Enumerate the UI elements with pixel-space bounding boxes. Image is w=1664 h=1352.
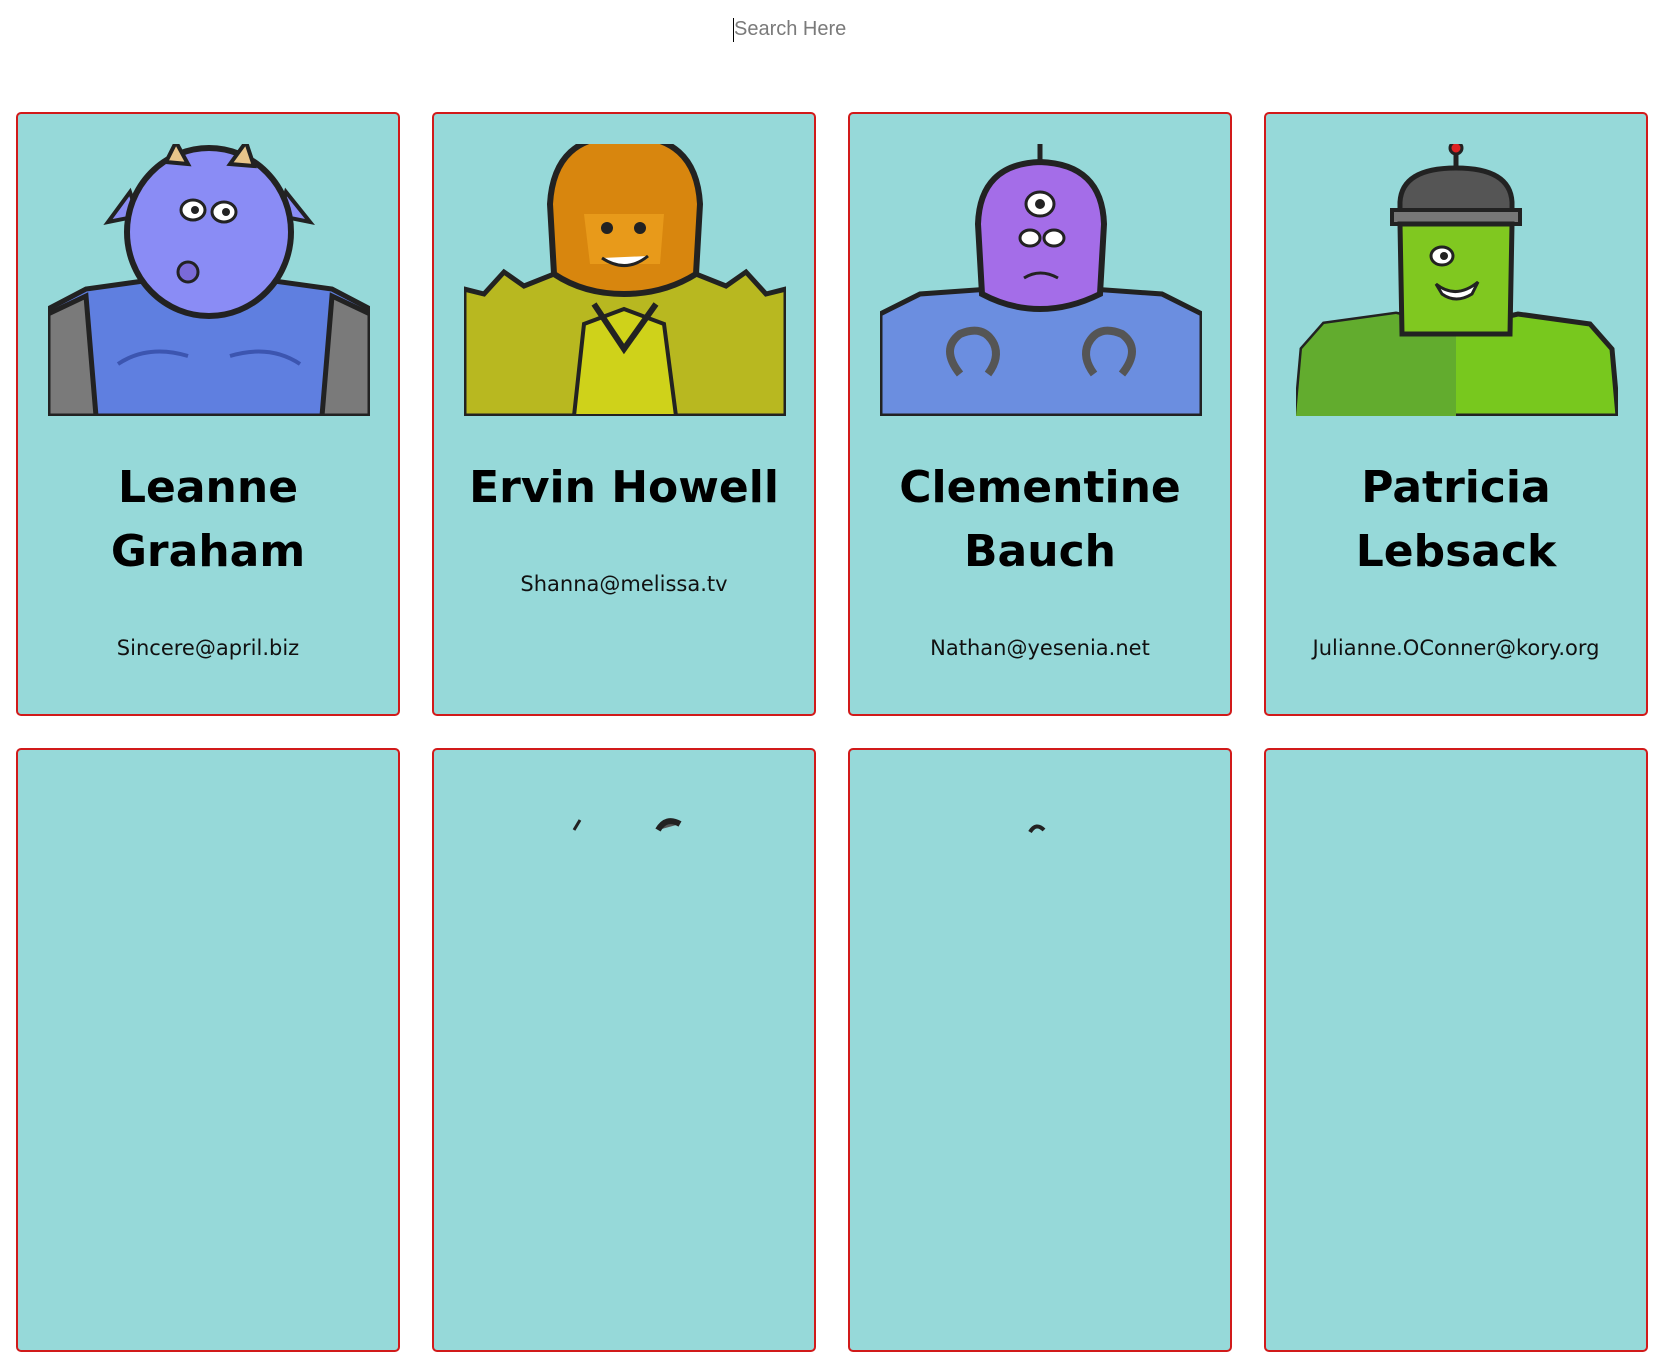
card-email: Sincere@april.biz <box>116 636 300 660</box>
text-caret <box>733 18 734 42</box>
avatar-image <box>464 144 786 416</box>
avatar-image <box>572 818 682 832</box>
robot-card[interactable]: Clementine Bauch Nathan@yesenia.net <box>848 112 1232 716</box>
search-input[interactable] <box>733 14 973 44</box>
card-email: Nathan@yesenia.net <box>930 636 1150 660</box>
card-email: Julianne.OConner@kory.org <box>1312 636 1600 660</box>
avatar-image <box>880 144 1202 416</box>
orange-helmet-spiky-robot-icon <box>464 144 786 416</box>
robot-card[interactable] <box>1264 748 1648 1352</box>
avatar-image <box>48 144 370 416</box>
robot-card-grid: Leanne Graham Sincere@april.biz Ervin Ho… <box>16 112 1648 1352</box>
card-name: Ervin Howell <box>469 462 779 513</box>
search-bar <box>733 14 973 44</box>
robot-card[interactable]: Patricia Lebsack Julianne.OConner@kory.o… <box>1264 112 1648 716</box>
card-name: Clementine Bauch <box>899 462 1181 577</box>
avatar-image <box>1296 144 1618 416</box>
card-name: Leanne Graham <box>110 462 306 577</box>
robot-card[interactable] <box>16 748 400 1352</box>
robot-card[interactable]: Ervin Howell Shanna@melissa.tv <box>432 112 816 716</box>
blue-horned-monster-robot-icon <box>48 144 370 416</box>
green-frankenstein-robot-icon <box>1296 144 1618 416</box>
card-name: Patricia Lebsack <box>1355 462 1557 577</box>
card-email: Shanna@melissa.tv <box>520 572 728 596</box>
robot-card[interactable]: Leanne Graham Sincere@april.biz <box>16 112 400 716</box>
purple-cyclops-alien-robot-icon <box>880 144 1202 416</box>
robot-card[interactable] <box>432 748 816 1352</box>
robot-card[interactable] <box>848 748 1232 1352</box>
avatar-image <box>1028 824 1046 834</box>
